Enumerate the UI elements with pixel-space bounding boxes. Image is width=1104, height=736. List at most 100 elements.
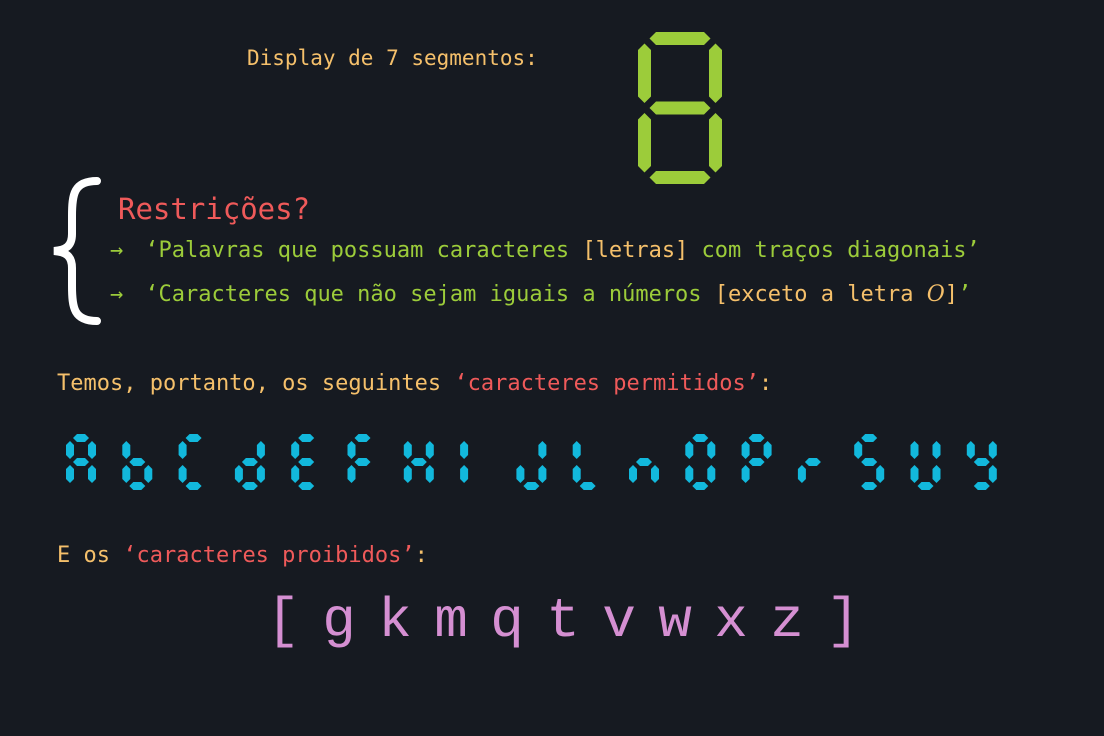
arrow-icon: → (110, 238, 124, 263)
segment-c (932, 465, 941, 483)
allowed-char-d (234, 441, 265, 490)
segment-c (651, 465, 659, 483)
segment-g (73, 458, 89, 466)
allowed-char-O (685, 434, 716, 490)
segment-b (709, 43, 722, 103)
segment-g (354, 458, 371, 466)
segment-e (291, 465, 300, 483)
allowed-char-L (572, 441, 596, 490)
allowed-char-Y (966, 441, 997, 490)
segment-e (178, 465, 187, 483)
segment-b (88, 441, 96, 459)
forbidden-char: k (378, 589, 414, 653)
segment-g (973, 458, 990, 466)
segment-f (178, 441, 187, 459)
segment-a (354, 434, 371, 442)
forbidden-char: w (658, 589, 694, 653)
allowed-char-n (629, 458, 659, 483)
segment-d (861, 482, 878, 490)
allowed-characters-display (66, 434, 997, 490)
segment-f (66, 441, 74, 459)
forbidden-char: x (714, 589, 750, 653)
rule-highlight: [letras] (582, 238, 689, 263)
allowed-intro-text: Temos, portanto, os seguintes (57, 371, 455, 396)
segment-c (144, 465, 153, 483)
segment-b (932, 441, 941, 459)
segment-e (741, 465, 750, 483)
segment-e (797, 465, 806, 483)
allowed-char-F (347, 434, 371, 483)
segment-f (685, 441, 694, 459)
segment-b (988, 441, 997, 459)
segment-c (425, 465, 434, 483)
rule-text-after: com traços diagonais (688, 238, 967, 263)
segment-b (425, 441, 434, 459)
segment-d (917, 482, 934, 490)
segment-f (741, 441, 750, 459)
rule-highlight-letter: O (926, 282, 945, 307)
segment-c (709, 113, 722, 173)
segment-d (649, 171, 711, 184)
segment-g (410, 458, 427, 466)
forbidden-char: t (546, 589, 582, 653)
segment-a (298, 434, 315, 442)
segment-g (298, 458, 315, 466)
segment-a (73, 434, 89, 442)
segment-f (854, 441, 863, 459)
allowed-char-U (910, 441, 941, 490)
allowed-intro-quoted: ‘caracteres permitidos’ (454, 371, 759, 396)
segment-d (579, 482, 596, 490)
segment-e (638, 113, 651, 173)
segment-f (572, 441, 581, 459)
segment-b (256, 441, 265, 459)
rule-close-quote: ’ (958, 282, 972, 307)
segment-e (403, 465, 412, 483)
forbidden-char: m (434, 589, 470, 653)
segment-f (347, 441, 356, 459)
segment-d (523, 482, 540, 490)
segment-e (66, 465, 74, 483)
segment-f (460, 441, 469, 459)
segment-g (636, 458, 652, 466)
display-label: Display de 7 segmentos: (247, 46, 538, 70)
segment-e (122, 465, 131, 483)
segment-d (298, 482, 315, 490)
forbidden-char: v (602, 589, 638, 653)
segment-f (291, 441, 300, 459)
segment-f (910, 441, 919, 459)
segment-e (629, 465, 637, 483)
segment-a (748, 434, 765, 442)
segment-c (876, 465, 885, 483)
rule-open-quote: ‘ (145, 238, 159, 263)
arrow-icon: → (110, 282, 124, 307)
segment-c (707, 465, 716, 483)
rule-open-quote: ‘ (145, 282, 159, 307)
segment-d (185, 482, 202, 490)
segment-f (638, 43, 651, 103)
allowed-intro: Temos, portanto, os seguintes ‘caractere… (57, 371, 772, 396)
segment-a (861, 434, 878, 442)
rule-text: Caracteres que não sejam iguais a número… (158, 282, 715, 307)
segment-b (538, 441, 547, 459)
segment-e (516, 465, 525, 483)
allowed-char-C (178, 434, 202, 490)
rule-1: → ‘Palavras que possuam caracteres [letra… (110, 238, 980, 263)
segment-c (88, 465, 96, 483)
digit-8 (638, 32, 722, 184)
segment-a (649, 32, 711, 45)
allowed-char-S (854, 434, 885, 490)
rule-highlight-end: ] (944, 282, 959, 307)
segment-d (241, 482, 258, 490)
segment-c (256, 465, 265, 483)
seven-segment-digit-eight (638, 32, 722, 184)
segment-e (234, 465, 243, 483)
segment-g (804, 458, 821, 466)
segment-c (988, 465, 997, 483)
segment-d (692, 482, 709, 490)
forbidden-char: z (770, 589, 806, 653)
rule-2: → ‘Caracteres que não sejam iguais a núme… (110, 282, 971, 307)
allowed-intro-colon: : (759, 371, 773, 396)
segment-f (403, 441, 412, 459)
allowed-char-I (460, 441, 469, 483)
forbidden-char: ] (826, 589, 862, 653)
